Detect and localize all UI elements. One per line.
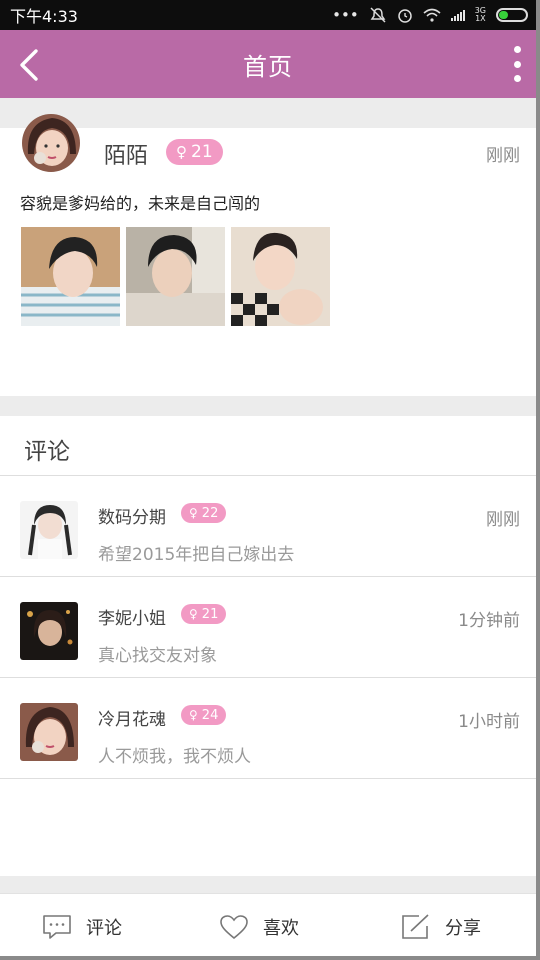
status-time: 下午4:33	[10, 7, 78, 26]
network-type: 3G 1X	[474, 6, 486, 23]
comment-button[interactable]: 评论	[42, 914, 122, 940]
post-text: 容貌是爹妈给的，未来是自己闯的	[20, 194, 261, 213]
gender-age-badge: ♀ 21	[181, 604, 227, 624]
age-value: 21	[201, 606, 219, 622]
comments-header: 评论	[0, 416, 536, 476]
comment-text: 人不烦我，我不烦人	[98, 747, 251, 767]
female-icon: ♀	[189, 708, 198, 722]
share-label: 分享	[445, 918, 481, 939]
bottom-action-bar: 评论 喜欢 分享	[0, 893, 536, 956]
comment-label: 评论	[86, 918, 122, 939]
gender-age-badge: ♀ 24	[181, 705, 227, 725]
post-time: 刚刚	[486, 146, 520, 166]
divider	[0, 876, 536, 893]
comment-time: 刚刚	[486, 510, 520, 530]
comment-time: 1小时前	[458, 712, 520, 732]
age-value: 24	[201, 707, 219, 723]
comment-icon	[43, 915, 71, 939]
alarm-icon	[397, 9, 412, 23]
post-photo[interactable]	[231, 227, 330, 326]
comment-author[interactable]: 李妮小姐	[98, 604, 166, 629]
wifi-icon	[423, 8, 441, 22]
avatar[interactable]	[20, 501, 78, 559]
age-value: 22	[201, 505, 219, 521]
comment-row[interactable]: 数码分期 ♀ 22 刚刚 希望2015年把自己嫁出去	[0, 477, 536, 577]
female-icon: ♀	[176, 143, 187, 161]
post-card: 陌陌 ♀ 21 刚刚 容貌是爹妈给的，未来是自己闯的	[0, 114, 536, 396]
like-button[interactable]: 喜欢	[219, 914, 299, 940]
post-photo[interactable]	[21, 227, 120, 326]
avatar[interactable]	[22, 114, 80, 172]
female-icon: ♀	[189, 607, 198, 621]
app-bar: 首页	[0, 30, 536, 98]
heart-icon	[220, 915, 248, 940]
share-button[interactable]: 分享	[401, 914, 481, 940]
divider	[0, 396, 536, 416]
comment-text: 真心找交友对象	[98, 646, 217, 666]
gender-age-badge: ♀ 22	[181, 503, 227, 523]
comment-text: 希望2015年把自己嫁出去	[98, 545, 295, 565]
more-vert-icon[interactable]	[512, 46, 522, 82]
gender-age-badge: ♀ 21	[166, 139, 223, 165]
status-bar: 下午4:33 ••• 3G 1X	[0, 0, 536, 30]
avatar[interactable]	[20, 602, 78, 660]
divider	[0, 98, 536, 128]
comment-author[interactable]: 冷月花魂	[98, 705, 166, 730]
comment-row[interactable]: 冷月花魂 ♀ 24 1小时前 人不烦我，我不烦人	[0, 679, 536, 779]
comments-title: 评论	[24, 439, 70, 465]
post-photo[interactable]	[126, 227, 225, 326]
comment-time: 1分钟前	[458, 611, 520, 631]
signal-icon	[450, 9, 465, 21]
back-arrow-icon[interactable]	[16, 48, 44, 82]
comment-row[interactable]: 李妮小姐 ♀ 21 1分钟前 真心找交友对象	[0, 578, 536, 678]
battery-icon	[496, 8, 528, 22]
status-icons: ••• 3G 1X	[332, 6, 528, 24]
like-label: 喜欢	[263, 918, 299, 939]
mute-bell-icon	[370, 7, 386, 23]
avatar[interactable]	[20, 703, 78, 761]
share-icon	[402, 914, 429, 939]
page-title: 首页	[243, 52, 293, 81]
comment-author[interactable]: 数码分期	[98, 503, 166, 528]
female-icon: ♀	[189, 506, 198, 520]
post-author-name[interactable]: 陌陌	[104, 138, 148, 170]
dots-icon: •••	[332, 6, 359, 24]
age-value: 21	[191, 142, 213, 162]
